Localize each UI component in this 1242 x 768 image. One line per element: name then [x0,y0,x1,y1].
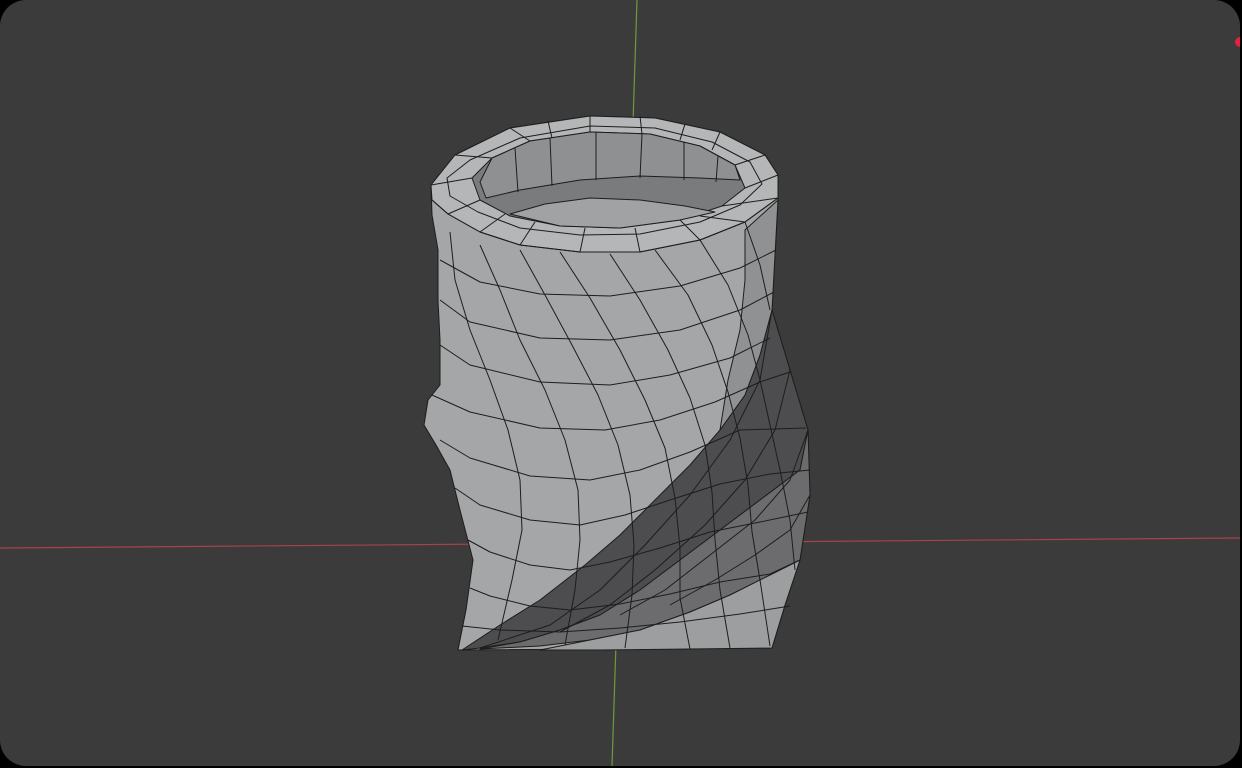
3d-viewport[interactable] [0,0,1240,766]
corner-indicator-dot [1235,37,1240,47]
blender-app [0,0,1242,768]
viewport-canvas[interactable] [0,0,1240,766]
twisted-vase-mesh[interactable] [423,115,811,651]
